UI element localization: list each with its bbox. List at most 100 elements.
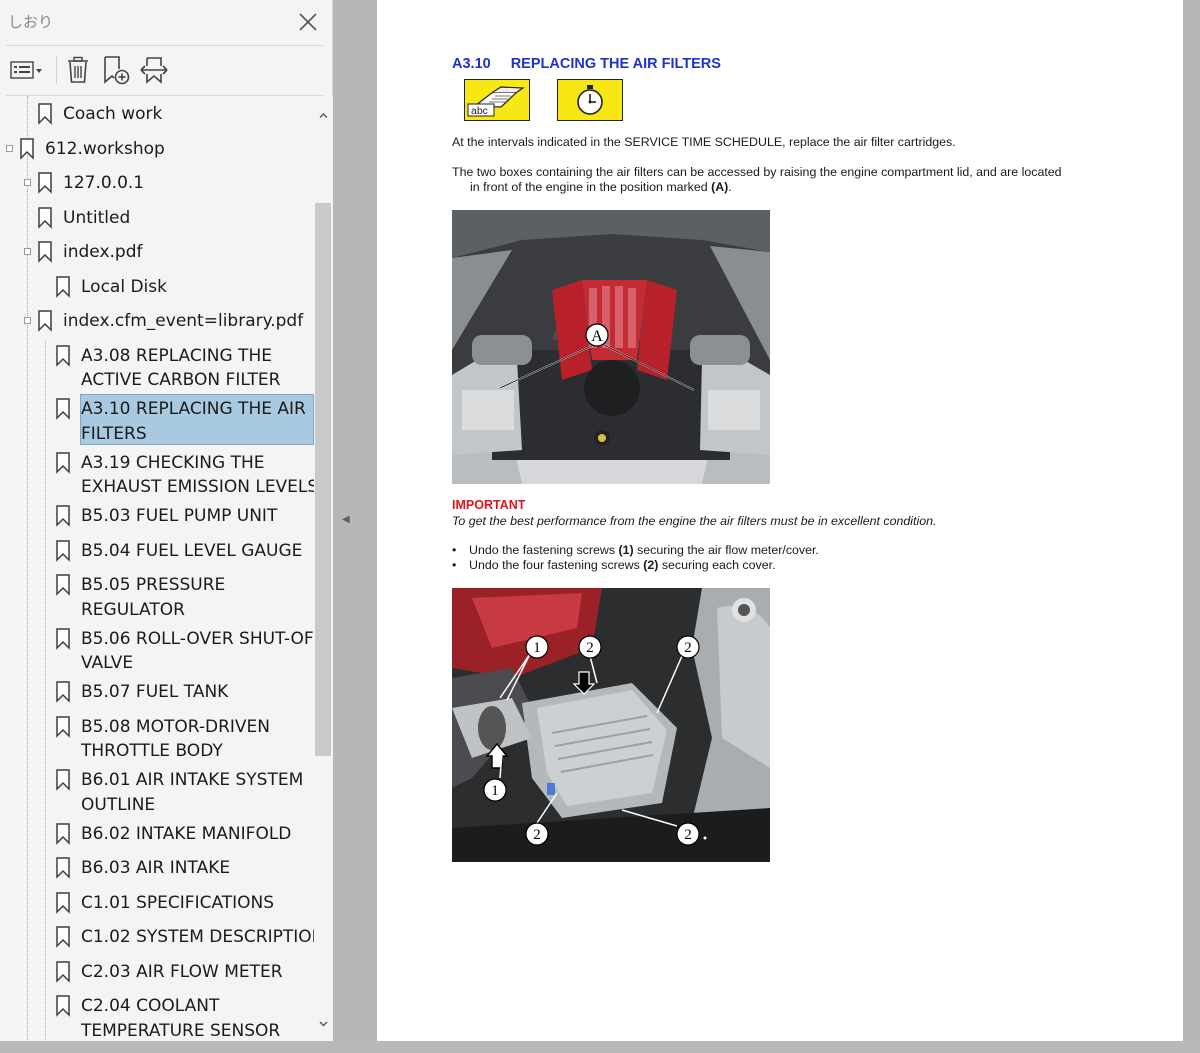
close-icon [299, 13, 317, 31]
bookmark-label: B6.03 AIR INTAKE [81, 858, 231, 878]
bookmark-icon [56, 344, 70, 367]
bookmark-item[interactable]: Untitled [0, 203, 314, 238]
bullet-text: securing the air flow meter/cover. [633, 543, 819, 557]
bookmark-item[interactable]: 612.workshop [0, 134, 314, 169]
bullet-dot: • [452, 543, 457, 557]
bookmark-icon [56, 451, 70, 474]
bookmark-item[interactable]: Local Disk [0, 272, 314, 307]
bookmark-item[interactable]: B6.02 INTAKE MANIFOLD [0, 819, 314, 854]
bookmark-icon [56, 960, 70, 983]
stopwatch-icon [577, 85, 603, 115]
section-heading: A3.10 REPLACING THE AIR FILTERS [452, 56, 721, 72]
bookmark-label: B5.07 FUEL TANK [81, 682, 229, 702]
bookmark-label: OUTLINE [81, 794, 156, 815]
manual-icon-box: abc [464, 79, 530, 121]
bookmark-item[interactable]: B6.03 AIR INTAKE [0, 853, 314, 888]
bookmark-scrollbar[interactable] [314, 96, 333, 1042]
bookmark-icon [56, 275, 70, 298]
bookmark-item[interactable]: A3.08 REPLACING THE ACTIVE CARBON FILTER [0, 341, 314, 395]
document-page: A3.10 REPLACING THE AIR FILTERS abc At th… [377, 0, 1183, 1041]
tree-expander[interactable] [6, 144, 13, 152]
scroll-thumb[interactable] [315, 203, 331, 756]
section-title: REPLACING THE AIR FILTERS [510, 56, 721, 72]
bookmark-icon [56, 891, 70, 914]
bookmark-item[interactable]: B6.01 AIR INTAKE SYSTEM OUTLINE [0, 765, 314, 819]
bookmark-icon [38, 206, 52, 229]
bookmark-label: FILTERS [81, 423, 147, 444]
bookmark-item[interactable]: A3.10 REPLACING THE AIR FILTERS [0, 394, 314, 448]
bookmark-item[interactable]: 127.0.0.1 [0, 168, 314, 203]
air-filter-closeup-photo: 1 2 2 1 2 2 [452, 588, 770, 862]
bookmark-label: C2.04 COOLANT [81, 996, 220, 1016]
bookmark-label: Untitled [63, 207, 131, 228]
important-text: To get the best performance from the eng… [452, 514, 937, 528]
callout-2: 2 [533, 827, 541, 843]
callout-a: A [591, 328, 603, 345]
bookmark-item[interactable]: B5.06 ROLL-OVER SHUT-OFF VALVE [0, 624, 314, 678]
paragraph-boxes-line1: The two boxes containing the air filters… [452, 165, 1062, 179]
bookmark-icon [56, 539, 70, 562]
bullet-text: Undo the fastening screws [469, 543, 619, 557]
bookmark-item[interactable]: B5.03 FUEL PUMP UNIT [0, 501, 314, 536]
bullet-bold-ref: (1) [618, 543, 634, 557]
bookmark-icon [38, 172, 52, 194]
paragraph-bold-ref: (A) [711, 180, 729, 194]
bookmark-label: index.cfm_event=library.pdf [63, 311, 304, 331]
document-right-margin [1183, 0, 1200, 1041]
bookmark-label: TEMPERATURE SENSOR [81, 1020, 281, 1041]
bookmark-label: B5.05 PRESSURE [81, 575, 226, 595]
bookmark-toolbar [0, 50, 333, 90]
bookmark-label: B5.08 MOTOR-DRIVEN [81, 716, 270, 737]
bookmark-icon [38, 310, 52, 332]
section-number: A3.10 [452, 56, 491, 72]
chevron-down-icon [319, 1021, 328, 1027]
callout-2: 2 [684, 640, 692, 656]
list-options-icon [10, 61, 42, 79]
bookmark-item[interactable]: B5.04 FUEL LEVEL GAUGE [0, 536, 314, 571]
tree-expander[interactable] [24, 317, 31, 324]
options-button[interactable] [8, 54, 46, 86]
bookmark-item[interactable]: C2.03 AIR FLOW METER [0, 957, 314, 992]
bookmark-icon [56, 715, 70, 738]
bookmark-label: B6.01 AIR INTAKE SYSTEM [81, 770, 304, 790]
bookmark-label: 612.workshop [45, 138, 165, 159]
bookmark-icon [56, 822, 70, 845]
chevron-up-icon [319, 113, 328, 118]
bookmark-item[interactable]: B5.07 FUEL TANK [0, 677, 314, 712]
bookmark-item[interactable]: index.cfm_event=library.pdf [0, 306, 314, 341]
bookmark-icon [56, 627, 70, 650]
delete-bookmark-button[interactable] [64, 54, 92, 86]
bookmark-tree: Coach work 612.workshop 127.0.0.1 Untitled i… [0, 96, 314, 1042]
new-bookmark-button[interactable] [100, 54, 132, 86]
bookmark-item[interactable]: C2.04 COOLANT TEMPERATURE SENSOR [0, 991, 314, 1042]
bookmarks-panel: しおり Coach work 612.workshop 127.0.0.1 Un… [0, 0, 333, 1053]
bookmark-label: EXHAUST EMISSION LEVELS [81, 477, 314, 497]
bookmark-item[interactable]: Coach work [0, 99, 314, 134]
bookmark-item[interactable]: C1.02 SYSTEM DESCRIPTION [0, 922, 314, 957]
close-panel-button[interactable] [296, 10, 320, 34]
callout-2: 2 [684, 827, 692, 843]
bookmark-item[interactable]: index.pdf [0, 237, 314, 272]
bookmark-label: ACTIVE CARBON FILTER [81, 370, 281, 390]
icon-abc-text: abc [471, 105, 488, 117]
window-bottom-bar [0, 1041, 1200, 1053]
bookmark-item[interactable]: B5.08 MOTOR-DRIVEN THROTTLE BODY [0, 712, 314, 766]
open-book-icon: abc [467, 86, 525, 117]
time-icon-box [557, 79, 623, 121]
bookmark-item[interactable]: A3.19 CHECKING THE EXHAUST EMISSION LEVEL… [0, 448, 314, 502]
bookmark-label: B6.02 INTAKE MANIFOLD [81, 823, 292, 844]
bookmark-item[interactable]: B5.05 PRESSURE REGULATOR [0, 570, 314, 624]
panel-splitter[interactable]: ◀ [333, 0, 377, 1053]
scroll-up-button[interactable] [318, 108, 329, 119]
paragraph-text: . [728, 180, 732, 194]
tree-expander[interactable] [24, 248, 31, 255]
collapse-arrow-icon[interactable]: ◀ [342, 514, 350, 525]
bullet-text: securing each cover. [658, 558, 776, 572]
expand-bookmark-button[interactable] [138, 54, 170, 86]
bookmark-label: B5.04 FUEL LEVEL GAUGE [81, 540, 303, 561]
scroll-down-button[interactable] [318, 1016, 329, 1027]
tree-expander[interactable] [24, 179, 31, 186]
bookmark-icon [56, 926, 70, 948]
bookmark-item[interactable]: C1.01 SPECIFICATIONS [0, 888, 314, 923]
bookmark-label: C2.03 AIR FLOW METER [81, 961, 283, 982]
